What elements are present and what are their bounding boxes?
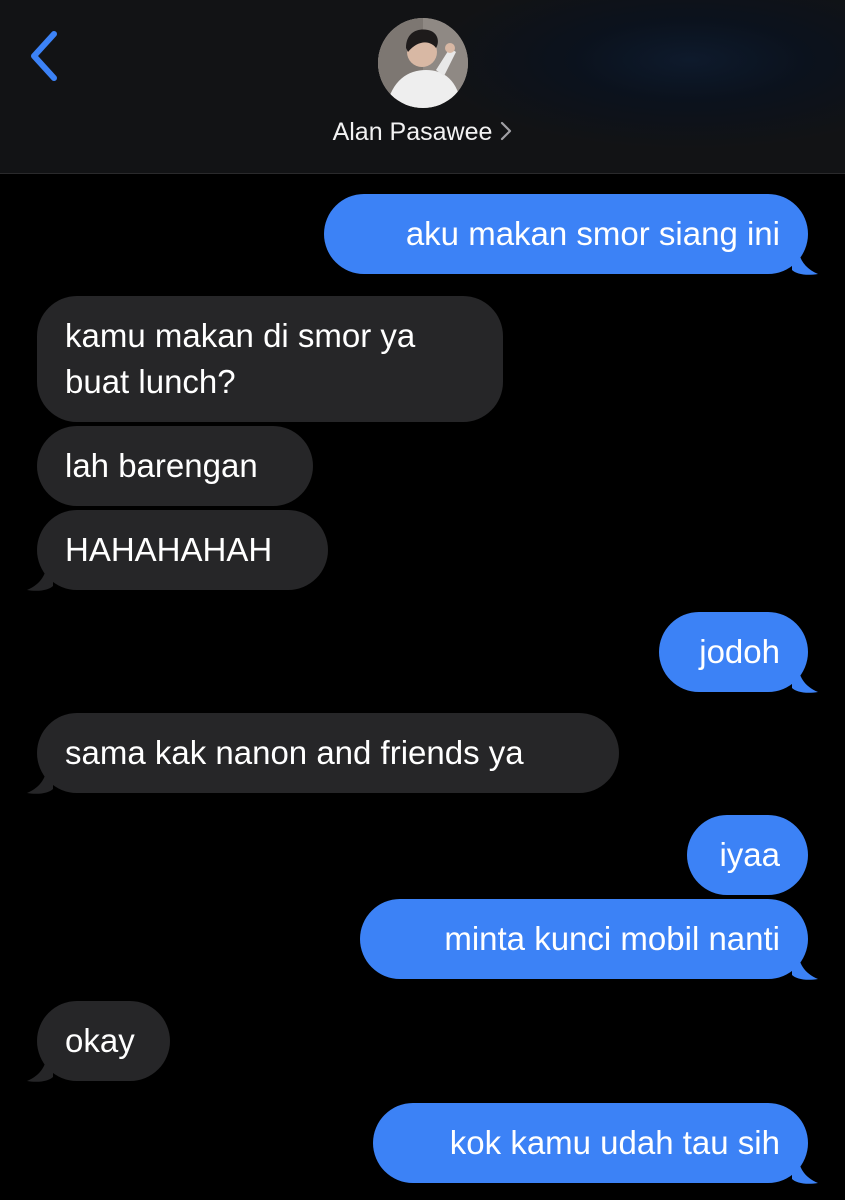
contact-avatar[interactable] [378,18,468,108]
message-text-line: buat lunch? [65,363,236,400]
message-bubble-incoming[interactable]: lah barengan [37,426,313,506]
bubble-tail-incoming [27,763,53,794]
message-text: lah barengan [65,447,258,484]
bubble-tail-incoming [27,1051,53,1082]
contact-name: Alan Pasawee [332,118,493,146]
back-button[interactable] [22,26,72,86]
message-bubble-outgoing[interactable]: jodoh [659,612,808,692]
bubble-tail-incoming [27,560,53,591]
message-text: minta kunci mobil nanti [444,920,780,957]
chevron-left-icon [31,31,57,81]
message-text: jodoh [699,633,780,670]
contact-name-button[interactable]: Alan Pasawee [0,118,845,147]
bubble-tail-outgoing [792,662,818,693]
chevron-right-icon [501,122,512,141]
message-text: HAHAHAHAH [65,531,273,568]
message-bubble-outgoing[interactable]: minta kunci mobil nanti [360,899,808,979]
conversation-header: Alan Pasawee [0,0,845,174]
bubble-tail-outgoing [792,1153,818,1184]
bubble-tail-outgoing [792,244,818,275]
message-text: kok kamu udah tau sih [449,1124,780,1161]
message-text: sama kak nanon and friends ya [65,734,524,771]
message-text: aku makan smor siang ini [405,215,780,252]
message-bubble-outgoing[interactable]: iyaa [687,815,808,895]
message-bubble-outgoing[interactable]: aku makan smor siang ini [324,194,808,274]
message-bubble-incoming[interactable]: kamu makan di smor ya buat lunch? [37,296,503,422]
message-bubble-outgoing[interactable]: kok kamu udah tau sih [373,1103,808,1183]
message-text: iyaa [719,836,780,873]
message-bubble-incoming[interactable]: sama kak nanon and friends ya [37,713,619,793]
bubble-tail-outgoing [792,949,818,980]
message-text: okay [65,1022,135,1059]
message-bubble-incoming[interactable]: okay [37,1001,170,1081]
avatar-photo [378,18,468,108]
message-bubble-incoming[interactable]: HAHAHAHAH [37,510,328,590]
message-text-line: kamu makan di smor ya [65,317,416,354]
